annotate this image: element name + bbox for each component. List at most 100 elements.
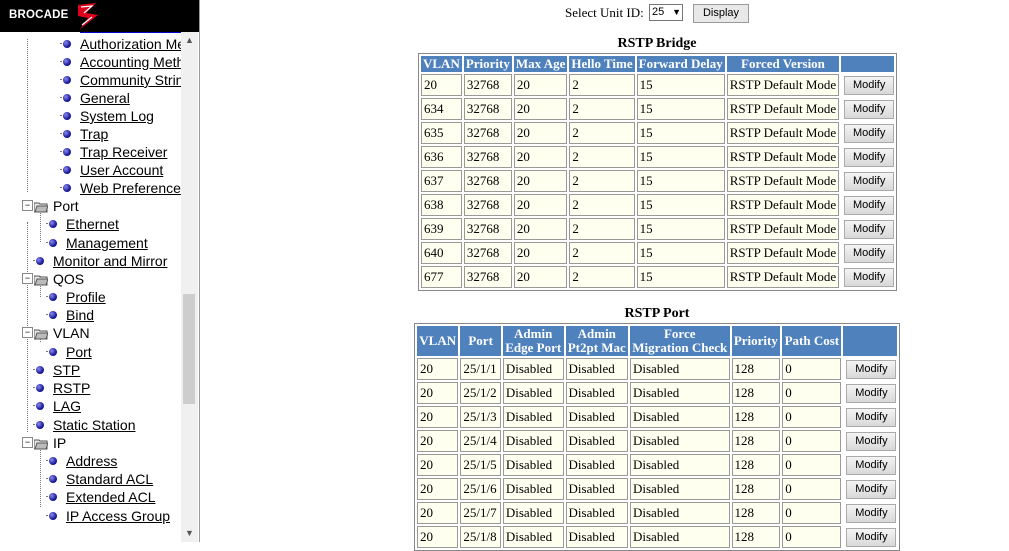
tree-item-label[interactable]: RSTP	[53, 380, 90, 396]
tree-item-label[interactable]: Trap	[80, 126, 108, 142]
modify-button[interactable]: Modify	[846, 527, 897, 547]
page-bullet-icon	[49, 311, 57, 319]
tree-item-label[interactable]: Accounting Metho	[80, 54, 181, 70]
table-cell: 15	[636, 98, 725, 120]
tree-item-label[interactable]: User Account	[80, 162, 163, 178]
tree-item-label[interactable]: General	[80, 90, 130, 106]
tree-item-label[interactable]: VLAN	[53, 325, 90, 341]
tree-item[interactable]: System Log	[0, 107, 181, 125]
tree-item-label[interactable]: LAG	[53, 398, 81, 414]
tree-item[interactable]: Community String	[0, 71, 181, 89]
tree-item[interactable]: Web Preference	[0, 179, 181, 197]
modify-button[interactable]: Modify	[844, 99, 895, 119]
table-cell: 25/1/4	[460, 430, 501, 452]
table-cell: 20	[417, 454, 459, 476]
scroll-thumb[interactable]	[183, 294, 195, 404]
modify-button[interactable]: Modify	[844, 123, 895, 143]
tree-item[interactable]: Monitor and Mirror	[0, 252, 181, 270]
scroll-up-icon[interactable]: ▲	[181, 32, 198, 49]
modify-button[interactable]: Modify	[846, 503, 897, 523]
tree-item[interactable]: LAG	[0, 397, 181, 415]
tree-item-label[interactable]: QOS	[53, 271, 84, 287]
tree-item[interactable]: STP	[0, 361, 181, 379]
tree-item-label[interactable]: Address	[66, 453, 117, 469]
tree-item-label[interactable]: STP	[53, 362, 80, 378]
tree-item[interactable]: RSTP	[0, 379, 181, 397]
collapse-icon[interactable]: −	[22, 437, 33, 448]
table-cell: Disabled	[502, 502, 564, 524]
modify-button[interactable]: Modify	[846, 407, 897, 427]
modify-button[interactable]: Modify	[844, 75, 895, 95]
page-bullet-icon	[49, 348, 57, 356]
page-bullet-icon	[49, 512, 57, 520]
table-cell: 32768	[463, 146, 512, 168]
table-cell: 128	[731, 478, 781, 500]
tree-item[interactable]: Accounting Metho	[0, 53, 181, 71]
table-cell: Disabled	[502, 478, 564, 500]
collapse-icon[interactable]: −	[22, 327, 33, 338]
tree-item-label[interactable]: Monitor and Mirror	[53, 253, 167, 269]
scroll-down-icon[interactable]: ▼	[181, 525, 198, 542]
table-cell: 25/1/3	[460, 406, 501, 428]
tree-item[interactable]: Standard ACL	[0, 470, 181, 488]
tree-item-label[interactable]: Management	[66, 235, 148, 251]
tree-item[interactable]: Trap	[0, 125, 181, 143]
table-cell: Disabled	[502, 382, 564, 404]
modify-button[interactable]: Modify	[844, 267, 895, 287]
collapse-icon[interactable]: −	[22, 200, 33, 211]
tree-item-label[interactable]: Community String	[80, 72, 181, 88]
tree-item[interactable]: Port	[0, 343, 181, 361]
modify-button[interactable]: Modify	[846, 383, 897, 403]
tree-item[interactable]: Management	[0, 234, 181, 252]
table-cell: Disabled	[565, 430, 628, 452]
nav-scrollbar[interactable]: ▲ ▼	[181, 32, 198, 542]
modify-button[interactable]: Modify	[844, 147, 895, 167]
tree-item[interactable]: Trap Receiver	[0, 143, 181, 161]
modify-button[interactable]: Modify	[844, 219, 895, 239]
tree-item-label[interactable]: System Log	[80, 108, 154, 124]
action-cell: Modify	[843, 406, 897, 428]
display-button[interactable]: Display	[693, 4, 749, 23]
tree-item[interactable]: User Account	[0, 161, 181, 179]
tree-item-label[interactable]: Standard ACL	[66, 471, 153, 487]
tree-item-label[interactable]: Extended ACL	[66, 489, 156, 505]
tree-item[interactable]: Profile	[0, 288, 181, 306]
tree-item-label[interactable]: IP	[53, 435, 66, 451]
modify-button[interactable]: Modify	[846, 359, 897, 379]
tree-item[interactable]: Address	[0, 452, 181, 470]
tree-item-label[interactable]: Static Station	[53, 417, 136, 433]
unit-id-select[interactable]: 25 ▼	[649, 4, 683, 21]
tree-folder-ip[interactable]: − IP	[0, 434, 181, 452]
tree-item-label[interactable]: Web Preference	[80, 180, 181, 196]
table-row: 639 32768 20 2 15 RSTP Default Mode Modify	[421, 218, 895, 240]
tree-item-label[interactable]: Authentication Me	[80, 32, 181, 34]
tree-item[interactable]: Extended ACL	[0, 488, 181, 506]
tree-item-label[interactable]: IP Access Group	[66, 508, 170, 524]
modify-button[interactable]: Modify	[846, 479, 897, 499]
tree-item-label[interactable]: Port	[53, 198, 79, 214]
tree-item[interactable]: General	[0, 89, 181, 107]
modify-button[interactable]: Modify	[844, 243, 895, 263]
tree-item[interactable]: Bind	[0, 306, 181, 324]
tree-folder-vlan[interactable]: − VLAN	[0, 324, 181, 342]
collapse-icon[interactable]: −	[22, 273, 33, 284]
tree-item[interactable]: Static Station	[0, 416, 181, 434]
modify-button[interactable]: Modify	[846, 455, 897, 475]
table-row: 20 25/1/8 Disabled Disabled Disabled 128 0 Modi…	[417, 526, 897, 548]
tree-folder-port[interactable]: − Port	[0, 197, 181, 215]
tree-item-label[interactable]: Bind	[66, 307, 94, 323]
modify-button[interactable]: Modify	[844, 171, 895, 191]
tree-item-label[interactable]: Trap Receiver	[80, 144, 167, 160]
modify-button[interactable]: Modify	[846, 431, 897, 451]
table-cell: RSTP Default Mode	[726, 194, 840, 216]
tree-item-label[interactable]: Profile	[66, 289, 106, 305]
table-cell: 636	[421, 146, 462, 168]
tree-item[interactable]: Ethernet	[0, 215, 181, 233]
tree-item-label[interactable]: Port	[66, 344, 92, 360]
modify-button[interactable]: Modify	[844, 195, 895, 215]
tree-item-label[interactable]: Ethernet	[66, 216, 119, 232]
tree-item[interactable]: IP Access Group	[0, 507, 181, 525]
tree-folder-qos[interactable]: − QOS	[0, 270, 181, 288]
tree-item-label[interactable]: Authorization Me	[80, 36, 181, 52]
tree-item[interactable]: Authorization Me	[0, 35, 181, 53]
